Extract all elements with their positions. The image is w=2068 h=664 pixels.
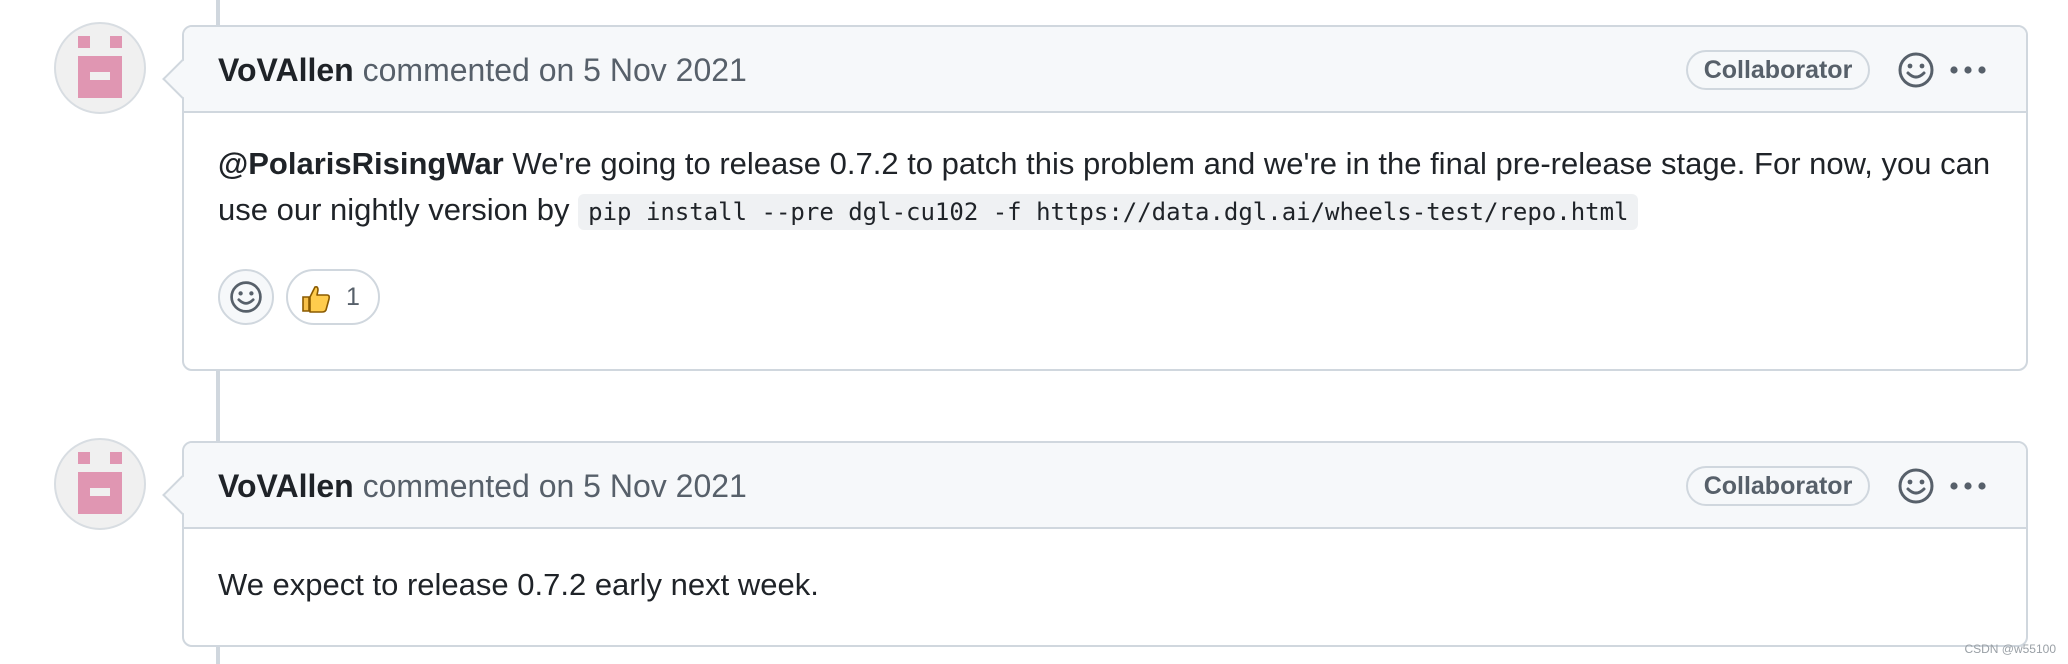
smiley-icon xyxy=(230,281,262,313)
kebab-horizontal-icon xyxy=(1950,66,1986,74)
more-options-button[interactable] xyxy=(1946,50,1990,90)
comment-body: We expect to release 0.7.2 early next we… xyxy=(184,529,2026,608)
comment-author[interactable]: VoVAllen xyxy=(218,468,354,504)
reactions-bar: 1 xyxy=(184,269,2026,327)
comment-body: @PolarisRisingWar We're going to release… xyxy=(184,113,2026,235)
add-reaction-button[interactable] xyxy=(1896,50,1936,90)
identicon-avatar-icon xyxy=(78,452,122,514)
avatar[interactable] xyxy=(54,438,146,530)
avatar[interactable] xyxy=(54,22,146,114)
comment-action: commented on xyxy=(362,468,575,504)
code-snippet: pip install --pre dgl-cu102 -f https://d… xyxy=(578,194,1639,230)
comment-header: VoVAllen commented on 5 Nov 2021 Collabo… xyxy=(184,443,2026,529)
comment-meta: VoVAllen commented on 5 Nov 2021 xyxy=(218,51,747,89)
collaborator-badge: Collaborator xyxy=(1686,50,1870,90)
watermark: CSDN @w55100 xyxy=(1964,642,2056,656)
identicon-avatar-icon xyxy=(78,36,122,98)
comment-header: VoVAllen commented on 5 Nov 2021 Collabo… xyxy=(184,27,2026,113)
comment-date[interactable]: 5 Nov 2021 xyxy=(583,52,747,88)
add-reaction-button[interactable] xyxy=(1896,466,1936,506)
smiley-icon xyxy=(1898,468,1934,504)
comment-card: VoVAllen commented on 5 Nov 2021 Collabo… xyxy=(162,25,2028,371)
comment-meta: VoVAllen commented on 5 Nov 2021 xyxy=(218,467,747,505)
collaborator-badge: Collaborator xyxy=(1686,466,1870,506)
comment-card: VoVAllen commented on 5 Nov 2021 Collabo… xyxy=(162,441,2028,647)
user-mention[interactable]: @PolarisRisingWar xyxy=(218,146,504,181)
thumbs-up-reaction[interactable]: 1 xyxy=(286,269,380,325)
more-options-button[interactable] xyxy=(1946,466,1990,506)
comment-author[interactable]: VoVAllen xyxy=(218,52,354,88)
comment-date[interactable]: 5 Nov 2021 xyxy=(583,468,747,504)
smiley-icon xyxy=(1898,52,1934,88)
comment-text: We expect to release 0.7.2 early next we… xyxy=(218,567,819,602)
kebab-horizontal-icon xyxy=(1950,482,1986,490)
reaction-count: 1 xyxy=(346,283,360,311)
add-reaction-button[interactable] xyxy=(218,269,274,325)
comment-action: commented on xyxy=(362,52,575,88)
thumbs-up-icon xyxy=(302,286,331,313)
